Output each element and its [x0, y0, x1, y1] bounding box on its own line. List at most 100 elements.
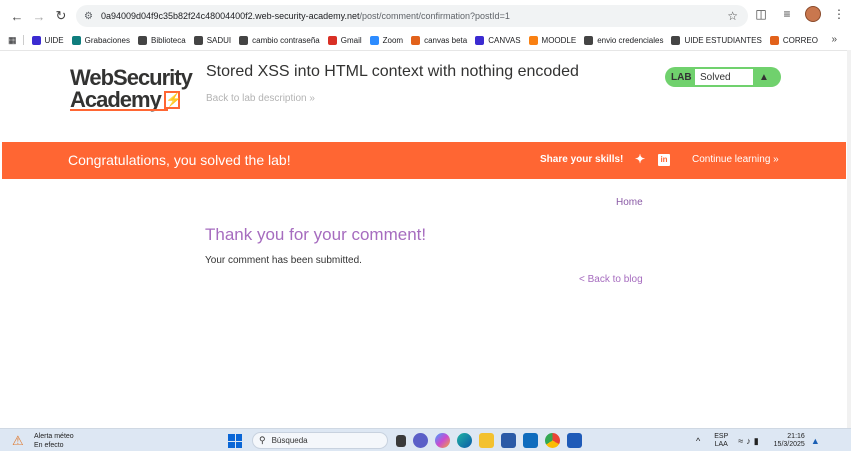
flask-icon: ▲	[759, 71, 769, 83]
bookmark-item[interactable]: CANVAS	[475, 35, 521, 45]
bookmark-item[interactable]: cambio contraseña	[239, 35, 320, 45]
bookmark-label: canvas beta	[424, 35, 468, 45]
url-path: /post/comment/confirmation?postId=1	[359, 11, 510, 21]
bookmark-item[interactable]: CORREO	[769, 35, 818, 45]
bookmark-item[interactable]: Zoom	[369, 35, 404, 45]
bookmark-favicon-icon	[475, 35, 485, 45]
logo-line-1: WebSecurity	[70, 65, 193, 90]
bookmark-label: UIDE	[44, 35, 64, 45]
clock-time: 21:16	[787, 433, 805, 440]
site-info-icon[interactable]: ⚙	[84, 11, 93, 22]
notification-bell-icon[interactable]: ▲	[811, 436, 820, 446]
bookmark-favicon-icon	[31, 35, 41, 45]
task-view-icon[interactable]	[396, 435, 406, 447]
reload-icon[interactable]: ↻	[50, 5, 72, 27]
edge-icon[interactable]	[457, 433, 472, 448]
lab-status-widget: LAB Solved ▲	[665, 67, 781, 87]
bookmark-label: envio credenciales	[597, 35, 664, 45]
bookmark-label: MOODLE	[541, 35, 577, 45]
copilot-icon[interactable]	[435, 433, 450, 448]
extensions-icon[interactable]: ◫	[753, 7, 769, 21]
outlook-icon[interactable]	[523, 433, 538, 448]
bookmark-item[interactable]: Biblioteca	[138, 35, 186, 45]
chrome-icon[interactable]	[545, 433, 560, 448]
bookmark-item[interactable]: Gmail	[327, 35, 362, 45]
back-arrow-icon[interactable]: ←	[6, 5, 28, 27]
language-line-1: ESP	[714, 433, 729, 440]
bookmark-favicon-icon	[369, 35, 379, 45]
weather-alert-icon: ⚠	[12, 433, 24, 448]
bookmark-label: CORREO	[782, 35, 818, 45]
search-icon: ⚲	[259, 435, 266, 445]
congratulations-banner: Congratulations, you solved the lab! Sha…	[2, 142, 846, 179]
bookmark-item[interactable]: canvas beta	[411, 35, 468, 45]
clock-date: 15/3/2025	[773, 441, 805, 448]
address-bar[interactable]: ⚙ 0a94009d04f9c35b82f24c48004400f2.web-s…	[76, 5, 748, 27]
windows-start-icon[interactable]	[228, 434, 242, 448]
bookmark-item[interactable]: envio credenciales	[584, 35, 664, 45]
toolbar-actions: ◫ ≡ ⋮	[753, 6, 847, 22]
bookmark-label: SADUI	[206, 35, 232, 45]
word-icon[interactable]	[567, 433, 582, 448]
more-bookmarks-icon[interactable]: »	[831, 34, 837, 45]
bookmark-label: CANVAS	[488, 35, 521, 45]
bookmark-item[interactable]: Grabaciones	[71, 35, 130, 45]
apps-grid-icon[interactable]: ▦	[8, 35, 17, 46]
forward-arrow-icon[interactable]: →	[28, 5, 50, 27]
taskbar-search-input[interactable]: ⚲ Búsqueda	[252, 432, 388, 449]
share-skills-label: Share your skills!	[540, 154, 624, 165]
calculator-icon[interactable]	[501, 433, 516, 448]
wifi-volume-battery-icon[interactable]: ≈♪▮	[738, 436, 761, 447]
bookmark-favicon-icon	[71, 35, 81, 45]
menu-kebab-icon[interactable]: ⋮	[831, 7, 847, 21]
profile-avatar[interactable]	[805, 6, 821, 22]
system-tray: ^ ESP LAA ≈♪▮ 21:16 15/3/2025 ▲	[696, 433, 820, 449]
bookmark-favicon-icon	[769, 35, 779, 45]
bookmark-favicon-icon	[239, 35, 249, 45]
lab-status-text: Solved	[695, 69, 753, 85]
twitter-icon[interactable]: ✦	[635, 152, 645, 166]
url-host: 0a94009d04f9c35b82f24c48004400f2.web-sec…	[100, 11, 360, 21]
bookmark-label: Biblioteca	[151, 35, 186, 45]
lab-page: WebSecurity Academy Stored XSS into HTML…	[0, 50, 851, 428]
language-line-2: LAA	[714, 441, 728, 448]
logo-underline	[70, 109, 168, 111]
bookmark-item[interactable]: UIDE	[31, 35, 64, 45]
bookmark-label: Gmail	[340, 35, 362, 45]
file-explorer-icon[interactable]	[479, 433, 494, 448]
bookmark-favicon-icon	[584, 35, 594, 45]
bookmarks-separator	[22, 35, 24, 45]
chevron-up-icon[interactable]: ^	[696, 436, 700, 446]
home-link[interactable]: Home	[616, 197, 643, 208]
congratulations-message: Congratulations, you solved the lab!	[68, 152, 291, 168]
web-security-academy-logo[interactable]: WebSecurity Academy	[70, 65, 195, 112]
back-to-blog-link[interactable]: < Back to blog	[579, 274, 643, 285]
search-placeholder: Búsqueda	[271, 436, 308, 445]
bookmark-favicon-icon	[193, 35, 203, 45]
bookmark-item[interactable]: UIDE ESTUDIANTES	[671, 35, 762, 45]
lab-badge: LAB	[671, 71, 692, 83]
weather-text: Alerta méteo En efecto	[34, 432, 74, 450]
bookmark-label: Zoom	[382, 35, 404, 45]
reading-list-icon[interactable]: ≡	[779, 7, 795, 21]
bookmark-label: Grabaciones	[84, 35, 130, 45]
back-to-lab-description-link[interactable]: Back to lab description »	[206, 93, 315, 104]
chat-icon[interactable]	[413, 433, 428, 448]
lightning-bolt-icon	[163, 89, 181, 111]
continue-learning-link[interactable]: Continue learning »	[692, 154, 779, 165]
confirmation-heading: Thank you for your comment!	[205, 225, 427, 244]
lab-title: Stored XSS into HTML context with nothin…	[206, 63, 579, 80]
page-scrollbar[interactable]	[847, 50, 851, 428]
bookmark-favicon-icon	[327, 35, 337, 45]
weather-widget[interactable]: ⚠ Alerta méteo En efecto	[12, 432, 74, 450]
bookmark-item[interactable]: SADUI	[193, 35, 232, 45]
logo-line-2: Academy	[70, 89, 195, 112]
bookmark-favicon-icon	[411, 35, 421, 45]
bookmark-favicon-icon	[138, 35, 147, 45]
bookmark-star-icon[interactable]: ☆	[727, 9, 738, 23]
confirmation-message: Your comment has been submitted.	[205, 255, 362, 266]
system-clock[interactable]: 21:16 15/3/2025	[774, 433, 805, 449]
linkedin-icon[interactable]: in	[658, 154, 670, 166]
bookmark-item[interactable]: MOODLE	[528, 35, 577, 45]
language-indicator[interactable]: ESP LAA	[714, 433, 728, 449]
